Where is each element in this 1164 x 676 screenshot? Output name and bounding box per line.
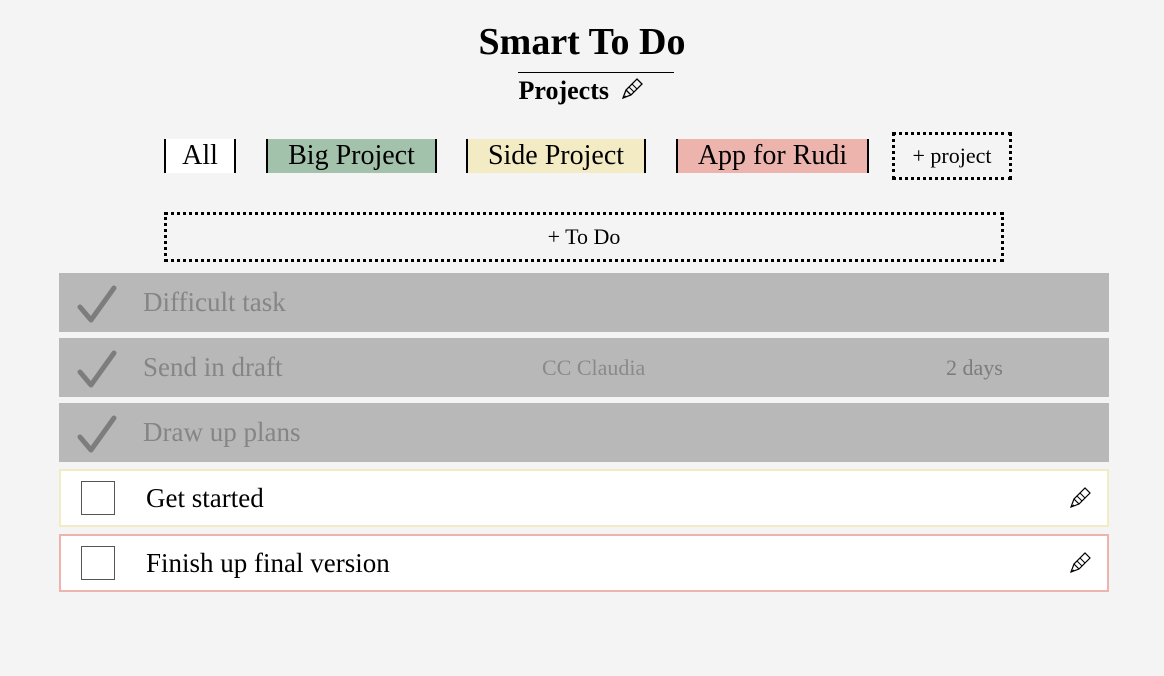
add-todo-label: + To Do <box>547 224 621 249</box>
tab-app-for-rudi-label: App for Rudi <box>697 140 848 171</box>
todo-text[interactable]: Difficult task <box>143 273 286 332</box>
tab-side-project[interactable]: Side Project <box>466 139 646 173</box>
tab-all[interactable]: All <box>164 139 236 173</box>
add-todo-button[interactable]: + To Do <box>164 212 1004 262</box>
tab-side-project-label: Side Project <box>487 140 625 171</box>
todo-checkbox[interactable] <box>81 481 115 515</box>
projects-heading-label: Projects <box>518 76 609 105</box>
todo-text[interactable]: Draw up plans <box>143 403 300 462</box>
add-project-label: + project <box>912 143 992 168</box>
projects-heading: Projects <box>0 74 1164 109</box>
checkmark-icon[interactable] <box>77 350 117 390</box>
tab-app-for-rudi[interactable]: App for Rudi <box>676 139 869 173</box>
tab-big-project[interactable]: Big Project <box>266 139 437 173</box>
edit-projects-pencil-icon[interactable] <box>619 75 645 109</box>
tab-big-project-label: Big Project <box>288 140 415 171</box>
add-project-button[interactable]: + project <box>892 132 1012 180</box>
todo-row: Get started <box>59 469 1109 527</box>
todo-text[interactable]: Get started <box>146 471 264 525</box>
pencil-icon[interactable] <box>1067 485 1093 511</box>
todo-text[interactable]: Send in draft <box>143 338 282 397</box>
app-title: Smart To Do <box>478 21 686 63</box>
todo-row: Difficult task <box>59 273 1109 332</box>
todo-cc: CC Claudia <box>542 355 646 380</box>
todo-checkbox[interactable] <box>81 546 115 580</box>
todo-text[interactable]: Finish up final version <box>146 536 390 590</box>
todo-row: Send in draft CC Claudia 2 days <box>59 338 1109 397</box>
tab-all-label: All <box>182 140 218 171</box>
todo-row: Finish up final version <box>59 534 1109 592</box>
checkmark-icon[interactable] <box>77 415 117 455</box>
title-divider <box>518 72 674 73</box>
todo-row: Draw up plans <box>59 403 1109 462</box>
todo-due: 2 days <box>946 355 1003 380</box>
checkmark-icon[interactable] <box>77 285 117 325</box>
pencil-icon[interactable] <box>1067 550 1093 576</box>
